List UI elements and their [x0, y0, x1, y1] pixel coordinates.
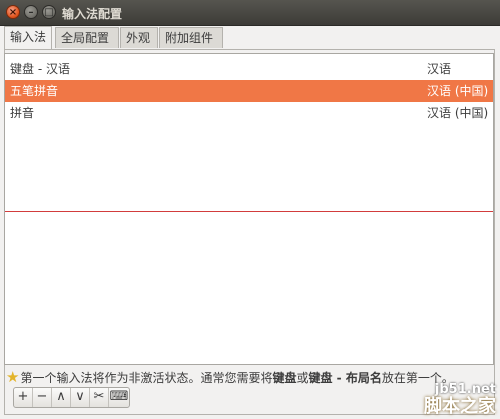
im-language: 汉语	[427, 62, 452, 76]
window-title: 输入法配置	[62, 7, 123, 21]
tab-appearance[interactable]: 外观	[120, 27, 158, 48]
star-icon: ★	[6, 368, 20, 386]
separator-line	[5, 211, 493, 212]
move-up-button[interactable]: ∧	[52, 388, 71, 407]
remove-button[interactable]: −	[33, 388, 52, 407]
im-language: 汉语 (中国)	[427, 106, 489, 120]
title-bar: × – □ 输入法配置	[0, 0, 500, 26]
configure-button[interactable]: ✂	[90, 388, 109, 407]
minimize-button[interactable]: –	[24, 5, 38, 19]
input-method-list[interactable]: 键盘 - 汉语 汉语 五笔拼音 汉语 (中国) 拼音 汉语 (中国)	[4, 53, 494, 365]
tab-addons[interactable]: 附加组件	[159, 27, 223, 48]
tab-global-config[interactable]: 全局配置	[55, 27, 119, 48]
im-name: 拼音	[10, 106, 35, 120]
move-down-button[interactable]: ∨	[71, 388, 90, 407]
add-button[interactable]: +	[14, 388, 33, 407]
list-item-selected[interactable]: 五笔拼音 汉语 (中国)	[5, 80, 493, 102]
im-language: 汉语 (中国)	[427, 84, 489, 98]
close-button[interactable]: ×	[6, 5, 20, 19]
hint-bold: 键盘	[272, 371, 297, 385]
hint-part: 放在第一个。	[381, 371, 454, 385]
list-item[interactable]: 键盘 - 汉语 汉语	[5, 58, 493, 80]
hint-part: 或	[296, 371, 309, 385]
hint-bold: 键盘 - 布局名	[308, 371, 382, 385]
im-name: 键盘 - 汉语	[10, 62, 70, 76]
maximize-button[interactable]: □	[42, 5, 56, 19]
list-toolbar: + − ∧ ∨ ✂ ⌨	[13, 387, 130, 408]
tab-input-method[interactable]: 输入法	[4, 26, 52, 49]
hint-part: 第一个输入法将作为非激活状态。通常您需要将	[20, 371, 273, 385]
keyboard-layout-button[interactable]: ⌨	[109, 388, 129, 407]
list-item[interactable]: 拼音 汉语 (中国)	[5, 102, 493, 124]
im-name: 五笔拼音	[10, 84, 59, 98]
hint-text: ★第一个输入法将作为非激活状态。通常您需要将键盘或键盘 - 布局名放在第一个。	[6, 368, 496, 386]
